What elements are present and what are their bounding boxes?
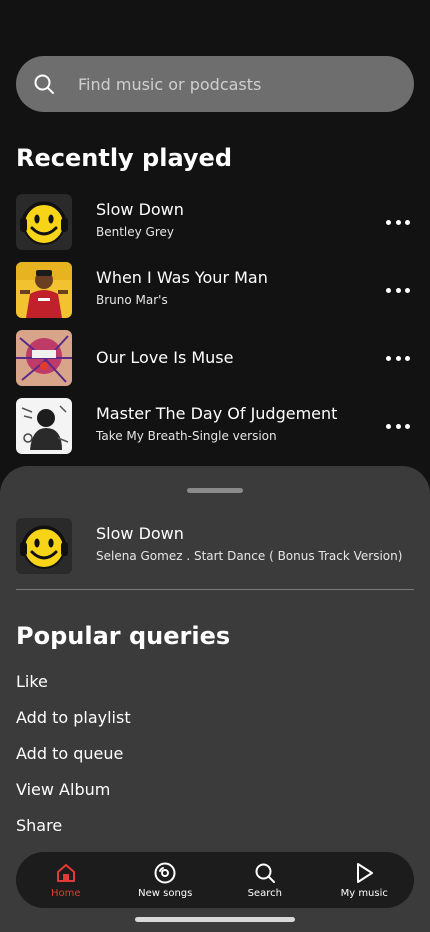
more-options-icon[interactable] <box>386 416 410 436</box>
home-icon <box>56 864 75 882</box>
album-art <box>16 262 72 318</box>
album-art <box>16 194 72 250</box>
track-artist: Bentley Grey <box>96 225 175 239</box>
nav-home[interactable]: Home <box>21 861 111 899</box>
list-item[interactable]: Master The Day Of Judgement Take My Brea… <box>0 396 430 464</box>
nav-label-my-music: My music <box>340 888 388 899</box>
nav-label-new-songs: New songs <box>138 888 193 899</box>
track-text: Slow Down Bentley Grey <box>96 200 366 239</box>
track-title: Master The Day Of Judgement <box>96 404 338 423</box>
track-artist: Take My Breath-Single version <box>96 429 277 443</box>
search-icon <box>34 74 54 94</box>
list-item[interactable]: Slow Down Bentley Grey <box>0 192 430 260</box>
track-subtitle: Selena Gomez . Start Dance ( Bonus Track… <box>96 549 403 563</box>
query-like[interactable]: Like <box>16 668 414 704</box>
track-text: When I Was Your Man Bruno Mar's <box>96 268 366 307</box>
nav-label-search: Search <box>247 888 282 899</box>
search-input[interactable] <box>76 63 414 105</box>
album-art <box>16 518 72 574</box>
track-title: Our Love Is Muse <box>96 348 234 367</box>
track-text: Our Love Is Muse <box>96 348 366 367</box>
track-title: When I Was Your Man <box>96 268 268 287</box>
home-indicator[interactable] <box>135 917 295 922</box>
bottom-nav: Home New songs Search My music <box>16 852 414 908</box>
sheet-track: Slow Down Selena Gomez . Start Dance ( B… <box>0 516 430 576</box>
query-share[interactable]: Share <box>16 812 414 848</box>
more-options-icon[interactable] <box>386 348 410 368</box>
popular-queries-title: Popular queries <box>16 622 231 650</box>
album-art <box>16 398 72 454</box>
list-item[interactable]: When I Was Your Man Bruno Mar's <box>0 260 430 328</box>
track-artist: Bruno Mar's <box>96 293 168 307</box>
search-bar[interactable] <box>16 56 414 112</box>
sheet-handle[interactable] <box>187 488 243 493</box>
search-icon <box>255 863 275 883</box>
recently-played-title: Recently played <box>16 144 233 172</box>
query-list: Like Add to playlist Add to queue View A… <box>16 668 414 848</box>
nav-label-home: Home <box>50 888 81 899</box>
nav-my-music[interactable]: My music <box>319 861 409 899</box>
more-options-icon[interactable] <box>386 212 410 232</box>
track-title: Slow Down <box>96 200 184 219</box>
divider <box>16 589 414 590</box>
disc-icon <box>154 862 176 884</box>
track-title: Slow Down <box>96 524 184 543</box>
track-text: Slow Down Selena Gomez . Start Dance ( B… <box>96 524 416 563</box>
list-item[interactable]: Our Love Is Muse <box>0 328 430 396</box>
nav-new-songs[interactable]: New songs <box>120 861 210 899</box>
album-art <box>16 330 72 386</box>
query-view-album[interactable]: View Album <box>16 776 414 812</box>
app-screen: Recently played Slow Down Bentley Grey <box>0 0 430 932</box>
query-add-to-playlist[interactable]: Add to playlist <box>16 704 414 740</box>
track-text: Master The Day Of Judgement Take My Brea… <box>96 404 366 443</box>
query-add-to-queue[interactable]: Add to queue <box>16 740 414 776</box>
recently-played-list: Slow Down Bentley Grey When I Was Your M… <box>0 192 430 464</box>
play-icon <box>357 863 374 883</box>
more-options-icon[interactable] <box>386 280 410 300</box>
nav-search[interactable]: Search <box>220 861 310 899</box>
